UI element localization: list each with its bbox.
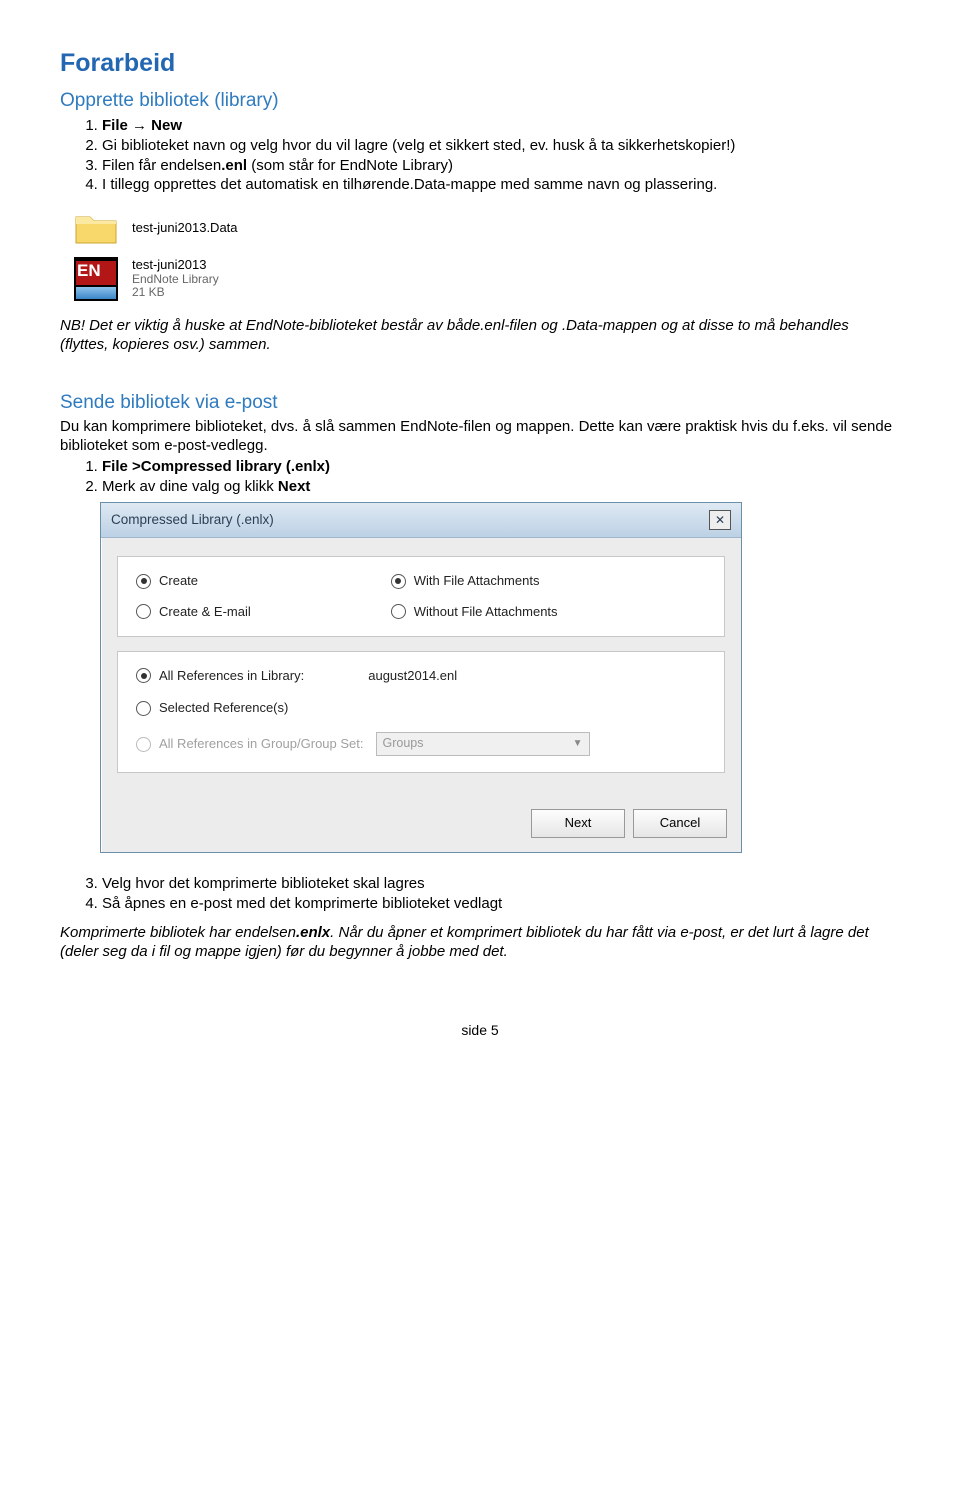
dropdown-value: Groups: [383, 736, 424, 752]
library-filename: august2014.enl: [368, 668, 457, 684]
list-item: Gi biblioteket navn og velg hvor du vil …: [102, 137, 900, 156]
radio-icon: [136, 701, 151, 716]
radio-selected-references[interactable]: Selected Reference(s): [136, 700, 706, 716]
folder-example: test-juni2013.Data: [74, 209, 900, 247]
radio-icon: [136, 604, 151, 619]
section-heading-create: Opprette bibliotek (library): [60, 89, 900, 113]
radio-label: Create & E-mail: [159, 604, 251, 620]
radio-create-email[interactable]: Create & E-mail: [136, 604, 251, 620]
radio-label: All References in Group/Group Set:: [159, 736, 364, 752]
enl-file-size: 21 KB: [132, 286, 219, 300]
section-heading-send: Sende bibliotek via e-post: [60, 391, 900, 415]
radio-label: Without File Attachments: [414, 604, 558, 620]
group-create-options: Create Create & E-mail With File Attachm…: [117, 556, 725, 637]
folder-name: test-juni2013.Data: [132, 221, 238, 236]
next-button[interactable]: Next: [531, 809, 625, 837]
list-item: Velg hvor det komprimerte biblioteket sk…: [102, 875, 900, 894]
enl-file-example: EN test-juni2013 EndNote Library 21 KB: [74, 257, 900, 301]
group-reference-scope: All References in Library: august2014.en…: [117, 651, 725, 774]
step3a: Filen får endelsen: [102, 157, 221, 174]
radio-without-attachments[interactable]: Without File Attachments: [391, 604, 558, 620]
enl-file-name: test-juni2013: [132, 258, 219, 273]
list-item: File >Compressed library (.enlx): [102, 458, 900, 477]
enl-file-type: EndNote Library: [132, 273, 219, 287]
folder-icon: [74, 209, 118, 247]
radio-group-references: All References in Group/Group Set: Group…: [136, 732, 706, 756]
radio-label: Selected Reference(s): [159, 700, 288, 716]
step3c: (som står for EndNote Library): [247, 157, 453, 174]
step1-compressed: File >Compressed library (.enlx): [102, 458, 330, 475]
step1b: New: [147, 117, 182, 134]
radio-icon: [136, 668, 151, 683]
create-steps-list: File → New Gi biblioteket navn og velg h…: [80, 117, 900, 195]
radio-icon: [136, 737, 151, 752]
closing-a: Komprimerte bibliotek har endelsen: [60, 924, 296, 941]
radio-create[interactable]: Create: [136, 573, 251, 589]
list-item: Så åpnes en e-post med det komprimerte b…: [102, 895, 900, 914]
step2b: Next: [278, 478, 311, 495]
arrow-icon: →: [132, 117, 147, 134]
chevron-down-icon: ▼: [573, 738, 583, 751]
radio-all-references[interactable]: All References in Library: august2014.en…: [136, 668, 706, 684]
file-examples: test-juni2013.Data EN test-juni2013 EndN…: [74, 209, 900, 301]
step2a: Merk av dine valg og klikk: [102, 478, 278, 495]
groups-dropdown: Groups ▼: [376, 732, 590, 756]
radio-label: Create: [159, 573, 198, 589]
radio-label: With File Attachments: [414, 573, 540, 589]
nb-note: NB! Det er viktig å huske at EndNote-bib…: [60, 317, 900, 355]
radio-icon: [391, 604, 406, 619]
cancel-button[interactable]: Cancel: [633, 809, 727, 837]
page-title: Forarbeid: [60, 48, 900, 79]
list-item: I tillegg opprettes det automatisk en ti…: [102, 176, 900, 195]
radio-icon: [391, 574, 406, 589]
closing-note: Komprimerte bibliotek har endelsen.enlx.…: [60, 924, 900, 962]
list-item: File → New: [102, 117, 900, 136]
page-number: side 5: [60, 1022, 900, 1040]
list-item: Filen får endelsen.enl (som står for End…: [102, 157, 900, 176]
dialog-title-text: Compressed Library (.enlx): [111, 512, 274, 529]
step3b: .enl: [221, 157, 247, 174]
after-dialog-steps: Velg hvor det komprimerte biblioteket sk…: [80, 875, 900, 915]
close-button[interactable]: ✕: [709, 510, 731, 530]
radio-label: All References in Library:: [159, 668, 304, 684]
list-item: Merk av dine valg og klikk Next: [102, 478, 900, 497]
compressed-library-dialog: Compressed Library (.enlx) ✕ Create Crea…: [100, 502, 742, 852]
endnote-file-icon: EN: [74, 257, 118, 301]
step1a: File: [102, 117, 132, 134]
send-intro: Du kan komprimere biblioteket, dvs. å sl…: [60, 418, 900, 456]
dialog-titlebar: Compressed Library (.enlx) ✕: [101, 503, 741, 538]
radio-with-attachments[interactable]: With File Attachments: [391, 573, 558, 589]
radio-icon: [136, 574, 151, 589]
send-steps-list: File >Compressed library (.enlx) Merk av…: [80, 458, 900, 497]
closing-ext: .enlx: [296, 924, 330, 941]
